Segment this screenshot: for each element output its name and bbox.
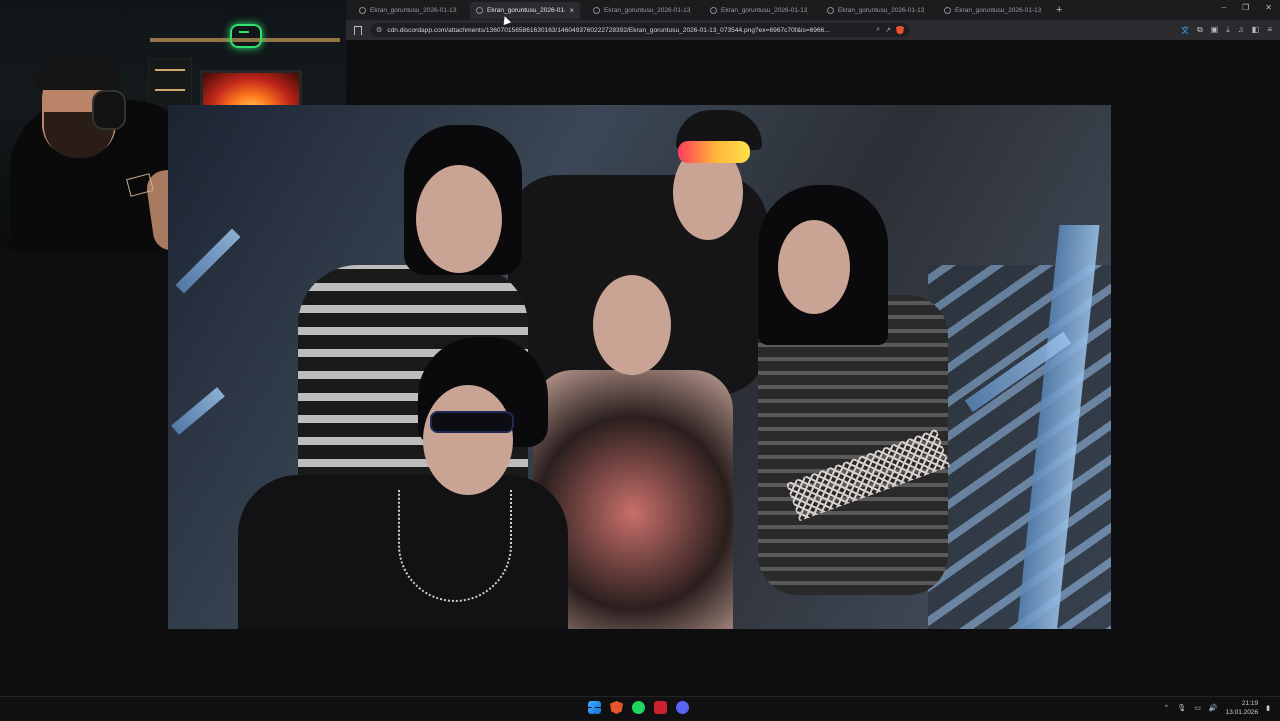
- translate-icon[interactable]: 文: [1181, 25, 1189, 36]
- displayed-image[interactable]: [168, 105, 1111, 629]
- person-front-face: [423, 385, 513, 495]
- system-tray: ⌃ 🎙 ▭ 🔊 21:19 13.01.2026 ▮: [1163, 699, 1270, 717]
- browser-tab[interactable]: Ekran_goruntusu_2026-01-13_073: [938, 2, 1048, 19]
- silver-chain: [398, 490, 512, 602]
- clock-date: 13.01.2026: [1225, 709, 1259, 716]
- browser-tab[interactable]: Ekran_goruntusu_2026-01-13_073: [587, 2, 697, 19]
- close-tab-icon[interactable]: ×: [569, 6, 574, 15]
- brave-shields-icon[interactable]: [896, 25, 904, 35]
- close-window-button[interactable]: ✕: [1265, 3, 1272, 12]
- menu-icon[interactable]: ≡: [1267, 25, 1272, 36]
- browser-tab-active[interactable]: Ekran_goruntusu_2026-01-13 ×: [470, 1, 580, 19]
- restore-button[interactable]: ❐: [1242, 3, 1249, 12]
- network-icon[interactable]: ▭: [1194, 704, 1201, 712]
- stair-rail: [175, 228, 241, 294]
- discord-icon[interactable]: [676, 701, 689, 714]
- browser-toolbar: 文 ⧉ ▣ ⤓ ♫ ◧ ≡: [1181, 25, 1272, 36]
- notification-icon[interactable]: ▮: [1266, 704, 1270, 712]
- globe-icon: [827, 6, 834, 14]
- volume-icon[interactable]: 🔊: [1209, 704, 1218, 712]
- tray-overflow-icon[interactable]: ⌃: [1163, 704, 1169, 712]
- window-controls: – ❐ ✕: [1222, 3, 1272, 12]
- globe-icon: [710, 6, 717, 14]
- ski-goggles: [678, 141, 750, 163]
- globe-icon: [944, 6, 951, 14]
- media-app-icon[interactable]: [654, 701, 667, 714]
- windows-start-icon[interactable]: [588, 701, 601, 714]
- browser-tab-bar: Ekran_goruntusu_2026-01-13_072 Ekran_gor…: [346, 0, 1280, 20]
- person-tattooed-face: [593, 275, 671, 375]
- globe-icon: [593, 6, 600, 14]
- url-field[interactable]: ⚙ cdn.discordapp.com/attachments/1360701…: [370, 23, 910, 37]
- globe-icon: [476, 6, 483, 14]
- stair-rail: [171, 387, 225, 435]
- person-left-face: [416, 165, 502, 273]
- minimize-button[interactable]: –: [1222, 3, 1226, 12]
- person-right-face: [778, 220, 850, 314]
- share-icon[interactable]: ↗: [885, 26, 891, 34]
- browser-tab[interactable]: Ekran_goruntusu_2026-01-13_072: [821, 2, 931, 19]
- neon-gamepad-sign: [230, 24, 262, 48]
- headset-icon: [92, 90, 126, 130]
- media-icon[interactable]: ♫: [1238, 25, 1244, 36]
- sunglasses: [430, 411, 514, 433]
- extensions-icon[interactable]: ⧉: [1197, 25, 1203, 36]
- microphone-icon[interactable]: 🎙: [1177, 704, 1186, 712]
- wallet-icon[interactable]: ▣: [1211, 25, 1219, 36]
- browser-tab[interactable]: Ekran_goruntusu_2026-01-13_072: [353, 2, 463, 19]
- taskbar-apps: [588, 701, 689, 714]
- browser-tab[interactable]: Ekran_goruntusu_2026-01-13_073: [704, 2, 814, 19]
- address-toolbar: ⚙ cdn.discordapp.com/attachments/1360701…: [346, 20, 1280, 40]
- download-icon[interactable]: ⤓: [1226, 25, 1230, 36]
- streamer-cap: [36, 56, 122, 90]
- zoom-icon[interactable]: ⌕: [876, 26, 880, 34]
- brave-browser-icon[interactable]: [610, 701, 623, 714]
- globe-icon: [359, 6, 366, 14]
- bookmark-icon[interactable]: [354, 25, 362, 35]
- new-tab-button[interactable]: +: [1056, 4, 1062, 16]
- spotify-icon[interactable]: [632, 701, 645, 714]
- clock-time: 21:19: [1241, 700, 1259, 707]
- clock[interactable]: 21:19 13.01.2026: [1226, 699, 1259, 717]
- taskbar: ⌃ 🎙 ▭ 🔊 21:19 13.01.2026 ▮: [0, 696, 1280, 721]
- sidebar-icon[interactable]: ◧: [1252, 25, 1260, 36]
- url-text[interactable]: cdn.discordapp.com/attachments/136070156…: [387, 27, 871, 34]
- site-settings-icon[interactable]: ⚙: [376, 26, 382, 34]
